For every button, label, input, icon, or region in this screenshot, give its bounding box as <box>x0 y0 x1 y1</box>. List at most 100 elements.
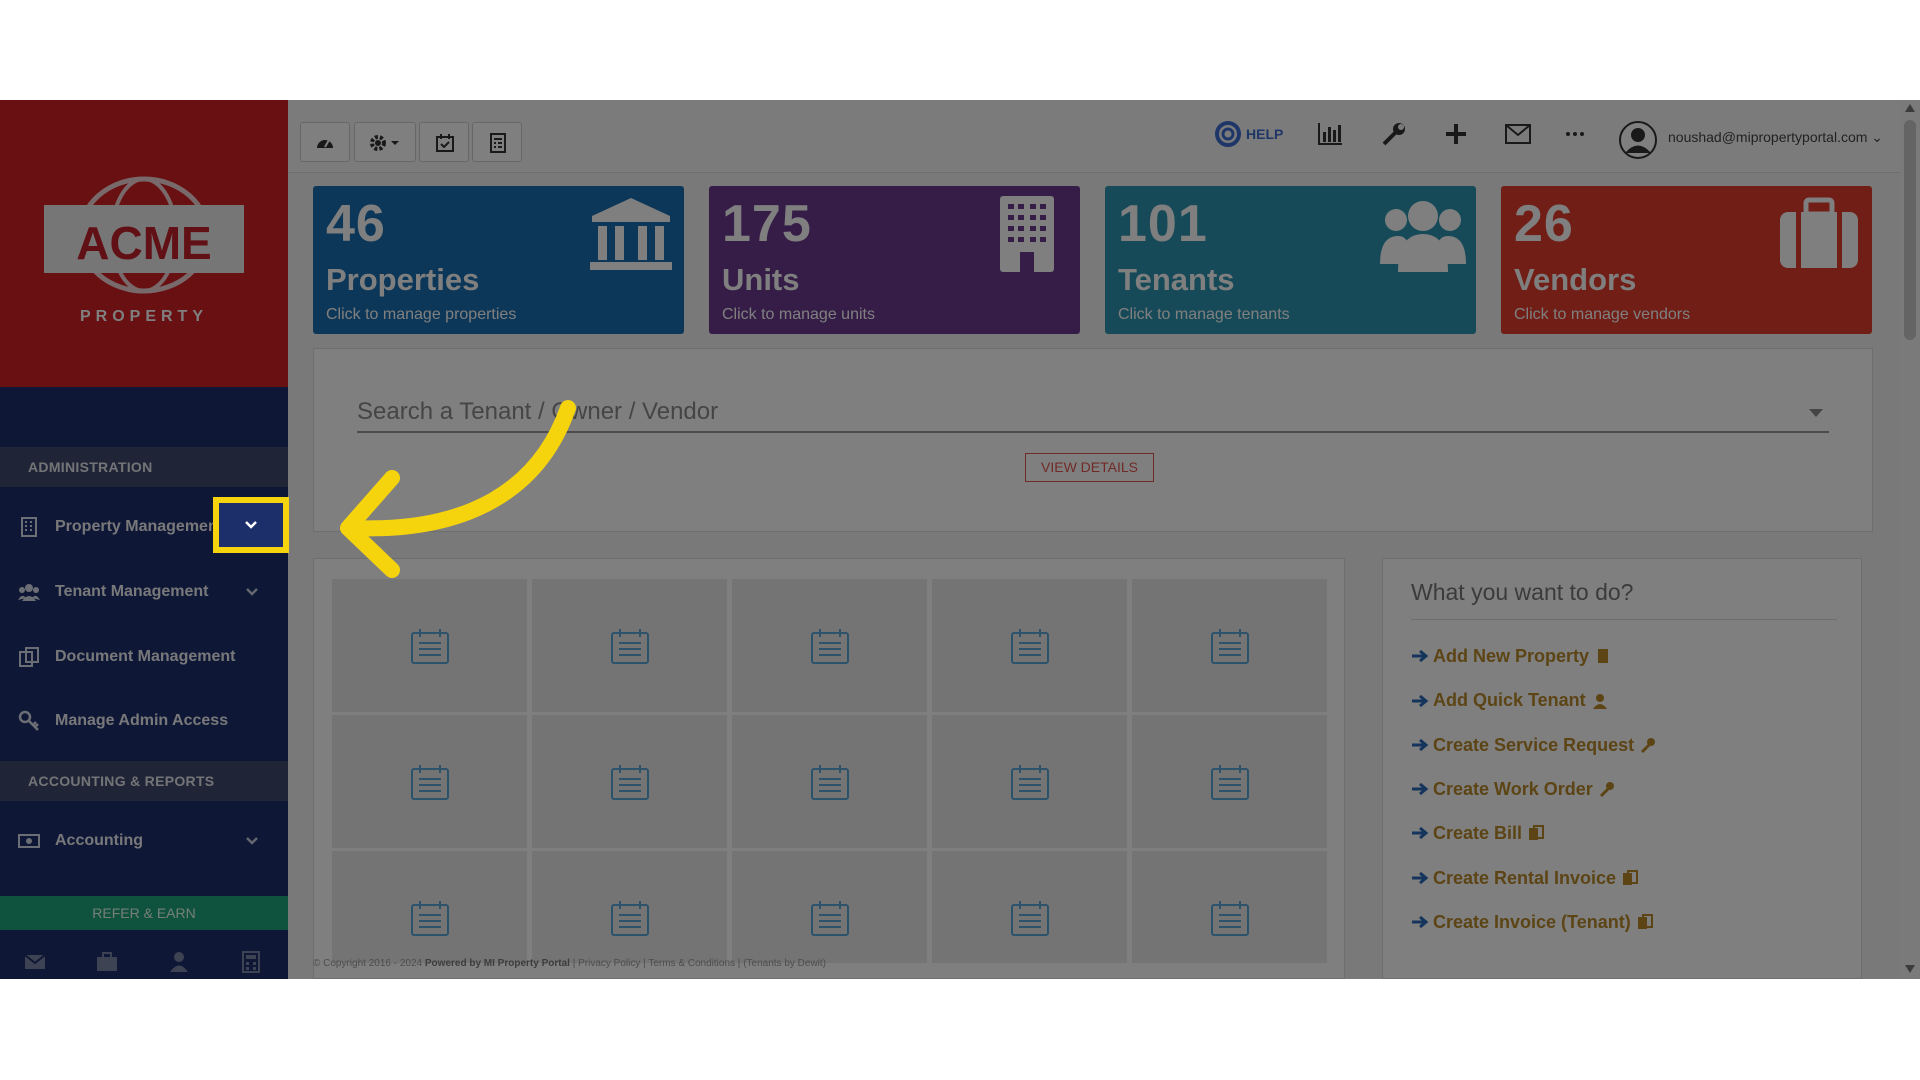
card-title: Vendors <box>1514 262 1637 297</box>
arrow-right-icon <box>1412 782 1429 796</box>
highlighted-expand-button[interactable] <box>213 497 289 553</box>
chevron-down-icon[interactable] <box>243 583 261 601</box>
footer: © Copyright 2016 - 2024 Powered by MI Pr… <box>313 958 826 969</box>
calendar-note-icon <box>1011 901 1049 936</box>
building-icon <box>1598 649 1609 664</box>
sidebar-item-label: Document Management <box>55 648 236 665</box>
scrollbar[interactable] <box>1900 100 1920 979</box>
sidebar-item-label: Manage Admin Access <box>55 712 229 729</box>
calendar-note-icon <box>611 901 649 936</box>
card-number: 26 <box>1514 195 1574 253</box>
tenants-by-text: (Tenants by Dewit) <box>743 958 826 969</box>
briefcase-icon[interactable] <box>96 951 118 973</box>
calendar-tile[interactable] <box>1132 579 1327 712</box>
scroll-up-icon[interactable] <box>1905 104 1915 112</box>
dropdown-caret-icon[interactable] <box>1809 409 1823 417</box>
quick-action-item[interactable]: Create Work Order <box>1411 778 1615 806</box>
plus-icon[interactable] <box>1442 120 1470 148</box>
user-email-dropdown[interactable]: noushad@mipropertyportal.com ⌄ <box>1668 129 1883 146</box>
privacy-policy-link[interactable]: Privacy Policy <box>578 958 640 969</box>
calendar-tile[interactable] <box>332 715 527 848</box>
scroll-down-icon[interactable] <box>1905 965 1915 973</box>
envelope-icon[interactable] <box>1504 120 1532 148</box>
logo-text: ACME <box>76 217 211 269</box>
more-ellipsis-icon[interactable] <box>1561 120 1589 148</box>
quick-action-item[interactable]: Create Service Request <box>1411 734 1656 762</box>
arrow-right-icon <box>1412 827 1429 840</box>
quick-action-item[interactable]: Create Rental Invoice <box>1411 867 1639 895</box>
calculator-icon[interactable] <box>240 951 262 973</box>
quick-action-item[interactable]: Add New Property <box>1411 645 1611 673</box>
section-accounting-reports: ACCOUNTING & REPORTS <box>0 761 288 801</box>
vendors-card[interactable]: 26 Vendors Click to manage vendors <box>1501 186 1872 334</box>
avatar[interactable] <box>1618 120 1658 160</box>
properties-card[interactable]: 46 Properties Click to manage properties <box>313 186 684 334</box>
calendar-tile[interactable] <box>1132 715 1327 848</box>
arrow-right-icon <box>1412 650 1429 663</box>
dashboard-button[interactable] <box>300 122 350 162</box>
quick-action-item[interactable]: Add Quick Tenant <box>1411 689 1608 717</box>
scrollbar-thumb[interactable] <box>1904 120 1916 340</box>
wrench-icon <box>1599 782 1614 798</box>
mail-icon[interactable] <box>24 951 46 973</box>
calculator-button[interactable] <box>472 122 522 162</box>
calculator-icon <box>490 133 506 153</box>
calendar-note-icon <box>1211 901 1249 936</box>
powered-by-link[interactable]: Powered by MI Property Portal <box>425 958 570 969</box>
calendar-tile[interactable] <box>932 715 1127 848</box>
units-card[interactable]: 175 Units Click to manage units <box>709 186 1080 334</box>
divider <box>1411 619 1837 620</box>
money-icon <box>18 834 40 848</box>
gear-icon <box>370 135 399 151</box>
sidebar-item-manage-admin-access[interactable]: Manage Admin Access <box>0 696 288 746</box>
calendar-note-icon <box>611 765 649 800</box>
quick-action-item[interactable]: Create Bill <box>1411 822 1545 850</box>
apartment-building-icon <box>1000 196 1054 272</box>
calendar-tile[interactable] <box>732 715 927 848</box>
annotation-arrow-icon <box>340 400 576 578</box>
chevron-down-icon[interactable] <box>243 832 261 850</box>
tenants-card[interactable]: 101 Tenants Click to manage tenants <box>1105 186 1476 334</box>
calendar-tile[interactable] <box>732 579 927 712</box>
sidebar-item-label: Tenant Management <box>55 583 209 600</box>
card-title: Units <box>722 262 800 297</box>
terms-link[interactable]: Terms & Conditions <box>648 958 735 969</box>
calendar-tile[interactable] <box>932 579 1127 712</box>
wrench-icon[interactable] <box>1380 120 1408 148</box>
calendar-tile[interactable] <box>332 851 527 963</box>
sidebar-item-label: Property Management <box>55 518 224 535</box>
documents-icon <box>19 647 39 667</box>
sidebar-item-accounting[interactable]: Accounting <box>0 816 288 866</box>
logo[interactable]: ACME PROPERTY <box>0 100 288 387</box>
sidebar-bottom-toolbar <box>0 945 288 979</box>
settings-dropdown-button[interactable] <box>354 122 416 162</box>
calendar-tile[interactable] <box>932 851 1127 963</box>
refer-and-earn-button[interactable]: REFER & EARN <box>0 896 288 930</box>
sidebar-item-document-management[interactable]: Document Management <box>0 632 288 682</box>
arrow-right-icon <box>1412 694 1429 707</box>
help-link[interactable]: HELP <box>1246 126 1283 142</box>
calendar-tile[interactable] <box>532 579 727 712</box>
quick-action-item[interactable]: Create Invoice (Tenant) <box>1411 911 1653 939</box>
calendar-note-icon <box>1211 765 1249 800</box>
calendar-tile[interactable] <box>1132 851 1327 963</box>
card-subtitle: Click to manage units <box>722 306 875 323</box>
section-administration: ADMINISTRATION <box>0 447 288 487</box>
calendar-note-icon <box>611 629 649 664</box>
calendar-tile[interactable] <box>732 851 927 963</box>
copy-icon <box>1529 825 1545 841</box>
view-details-button[interactable]: VIEW DETAILS <box>1025 453 1154 482</box>
users-icon <box>18 584 40 601</box>
help-lifebuoy-icon[interactable] <box>1214 120 1242 148</box>
calendar-button[interactable] <box>419 122 469 162</box>
calendar-tile[interactable] <box>532 851 727 963</box>
card-subtitle: Click to manage properties <box>326 306 517 323</box>
user-icon[interactable] <box>168 951 190 973</box>
calendar-panel <box>313 558 1345 979</box>
copy-icon <box>1637 914 1653 930</box>
calendar-tile[interactable] <box>332 579 527 712</box>
calendar-tile[interactable] <box>532 715 727 848</box>
bar-chart-icon[interactable] <box>1316 120 1344 148</box>
sidebar-item-tenant-management[interactable]: Tenant Management <box>0 567 288 617</box>
acme-logo-icon: ACME PROPERTY <box>44 176 244 325</box>
